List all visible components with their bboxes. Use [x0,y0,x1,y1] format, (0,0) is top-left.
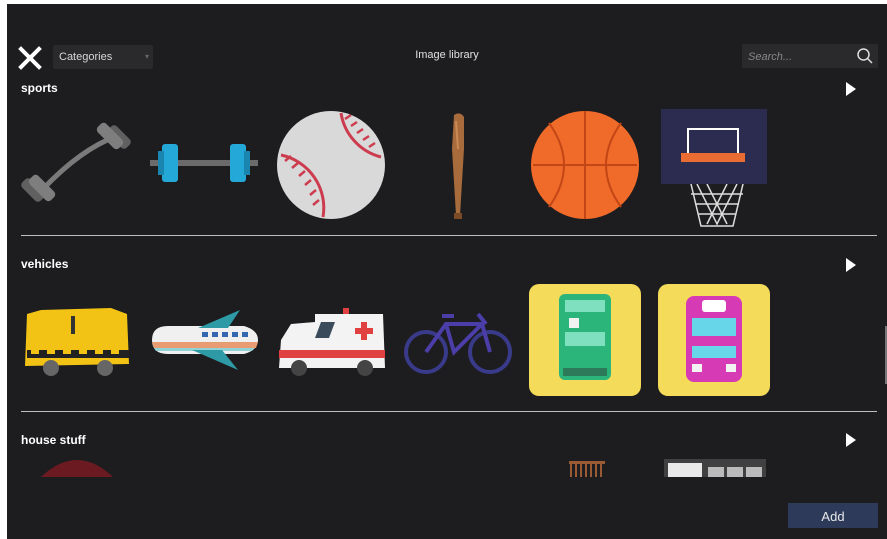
section-title: house stuff [21,433,86,447]
search-box [742,44,878,68]
umbrella-thumbnail[interactable] [37,459,117,477]
comb-thumbnail[interactable] [567,459,607,477]
section-divider [21,235,877,236]
airplane-thumbnail[interactable] [148,284,260,396]
section-title: sports [21,81,58,95]
ambulance-thumbnail[interactable] [275,284,387,396]
taxi-thumbnail[interactable] [21,284,133,396]
section-title: vehicles [21,257,69,271]
basketball-thumbnail[interactable] [529,109,641,221]
section-sports: sports [7,74,887,234]
baseball-thumbnail[interactable] [275,109,387,221]
play-icon[interactable] [845,433,857,447]
pink-bus-thumbnail[interactable] [658,284,770,396]
add-button[interactable]: Add [788,503,878,528]
image-library-window: Categories ▾ Image library sports [7,4,887,539]
section-house-stuff: house stuff [7,424,887,479]
play-icon[interactable] [845,82,857,96]
play-icon[interactable] [845,258,857,272]
top-bar: Categories ▾ Image library [7,4,887,74]
baseball-bat-thumbnail[interactable] [402,109,514,221]
bicycle-thumbnail[interactable] [402,284,514,396]
basketball-hoop-thumbnail[interactable] [661,109,767,184]
dumbbell-thumbnail[interactable] [148,109,260,221]
section-vehicles: vehicles [7,249,887,409]
section-divider [21,411,877,412]
green-bus-thumbnail[interactable] [529,284,641,396]
hoop-net [687,184,747,229]
search-input[interactable] [746,46,850,68]
cabinet-thumbnail[interactable] [664,459,766,477]
barbell-thumbnail[interactable] [21,109,133,221]
search-icon[interactable] [856,47,874,65]
